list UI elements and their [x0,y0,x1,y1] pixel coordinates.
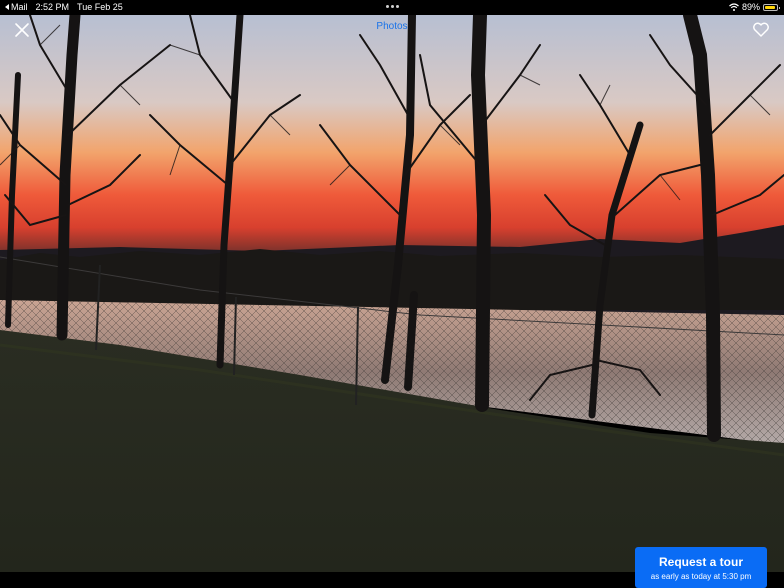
wifi-icon [729,3,739,11]
back-app-label: Mail [11,2,28,12]
status-time: 2:52 PM [35,2,70,12]
request-tour-subtitle: as early as today at 5:30 pm [650,572,752,581]
back-caret-icon [5,4,9,10]
battery-percent: 89% [741,2,760,12]
listing-photo[interactable] [0,15,784,572]
close-icon [15,23,29,37]
request-tour-title: Request a tour [658,555,743,569]
tab-photos[interactable]: Photos [368,21,416,32]
multitasking-dots-icon[interactable] [385,5,400,8]
status-date: Tue Feb 25 [77,2,123,12]
status-bar: Mail 2:52 PM Tue Feb 25 89% [0,0,784,15]
close-button[interactable] [12,20,32,40]
favorite-button[interactable] [751,20,771,40]
request-tour-button[interactable]: Request a tour as early as today at 5:30… [635,547,767,588]
heart-icon [753,22,769,37]
back-to-mail-link[interactable]: Mail [5,2,28,12]
battery-icon [763,3,780,11]
